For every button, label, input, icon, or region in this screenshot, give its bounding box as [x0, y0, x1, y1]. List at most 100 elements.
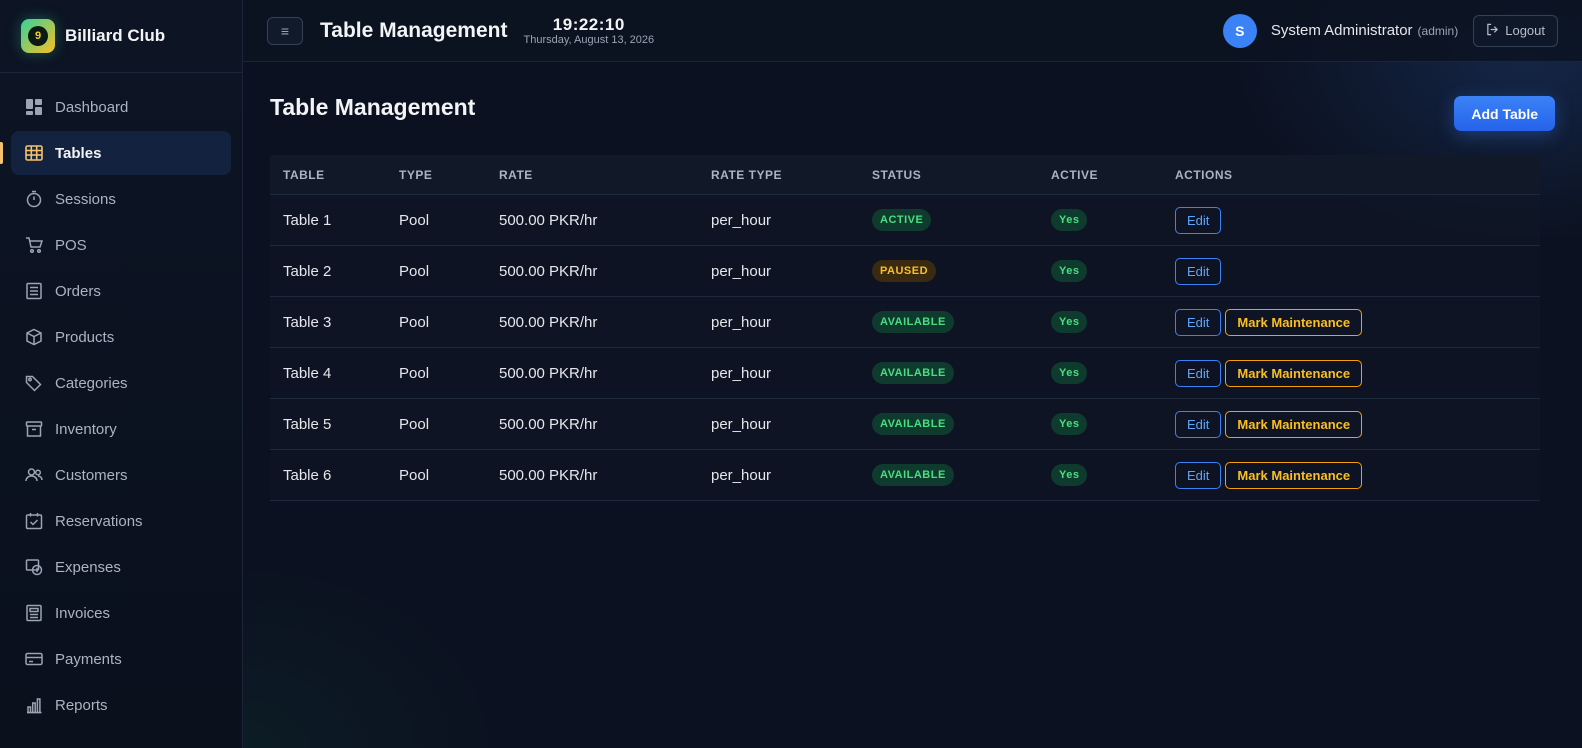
sidebar-item-label: Orders: [55, 282, 101, 300]
box-icon: [25, 328, 43, 346]
sidebar-item-label: Categories: [55, 374, 128, 392]
sidebar-item-label: Customers: [55, 466, 128, 484]
sidebar-item-label: POS: [55, 236, 87, 254]
cell-table-name: Table 6: [283, 466, 332, 484]
table-row: Table 4 Pool 500.00 PKR/hr per_hour AVAI…: [270, 348, 1540, 399]
menu-toggle-button[interactable]: ≡: [267, 16, 303, 45]
cell-type: Pool: [399, 466, 430, 484]
expense-icon: [25, 558, 43, 576]
cell-table-name: Table 4: [283, 364, 332, 382]
active-badge: Yes: [1051, 464, 1088, 486]
sidebar-item-invoices[interactable]: Invoices: [11, 591, 231, 635]
cell-rate: 500.00 PKR/hr: [499, 364, 598, 382]
active-badge: Yes: [1051, 209, 1088, 231]
table-row: Table 5 Pool 500.00 PKR/hr per_hour AVAI…: [270, 399, 1540, 450]
cell-rate-type: per_hour: [711, 364, 772, 382]
cell-rate: 500.00 PKR/hr: [499, 262, 598, 280]
edit-button[interactable]: Edit: [1175, 461, 1222, 489]
cell-table-name: Table 3: [283, 313, 332, 331]
calendar-check-icon: [25, 512, 43, 530]
status-badge: AVAILABLE: [872, 362, 954, 384]
sidebar-item-label: Inventory: [55, 420, 117, 438]
stopwatch-icon: [25, 190, 43, 208]
sidebar-item-products[interactable]: Products: [11, 315, 231, 359]
sidebar-item-label: Payments: [55, 650, 122, 668]
sidebar-item-customers[interactable]: Customers: [11, 453, 231, 497]
cell-rate-type: per_hour: [711, 262, 772, 280]
clock-date: Thursday, August 13, 2026: [523, 33, 655, 46]
brand[interactable]: 9 Billiard Club: [0, 0, 242, 73]
table-grid-icon: [25, 144, 43, 162]
sidebar-item-label: Expenses: [55, 558, 121, 576]
sidebar-item-label: Products: [55, 328, 115, 346]
status-badge: AVAILABLE: [872, 413, 954, 435]
edit-button[interactable]: Edit: [1175, 206, 1222, 234]
sidebar-item-orders[interactable]: Orders: [11, 269, 231, 313]
cell-rate-type: per_hour: [711, 211, 772, 229]
user-area: S System Administrator (admin) Logout: [1222, 13, 1558, 48]
column-header-actions: ACTIONS: [1175, 167, 1233, 182]
user-name: System Administrator: [1270, 22, 1413, 39]
mark-maintenance-button[interactable]: Mark Maintenance: [1225, 308, 1363, 336]
cell-table-name: Table 5: [283, 415, 332, 433]
logout-icon: [1486, 23, 1499, 39]
cell-type: Pool: [399, 211, 430, 229]
edit-button[interactable]: Edit: [1175, 308, 1222, 336]
sidebar-item-reports[interactable]: Reports: [11, 683, 231, 727]
table-header-row: TABLE TYPE RATE RATE TYPE STATUS ACTIVE …: [270, 155, 1540, 195]
topbar: ≡ Table Management 19:22:10 Thursday, Au…: [243, 0, 1582, 62]
archive-icon: [25, 420, 43, 438]
sidebar-item-categories[interactable]: Categories: [11, 361, 231, 405]
cell-type: Pool: [399, 313, 430, 331]
sidebar-item-inventory[interactable]: Inventory: [11, 407, 231, 451]
edit-button[interactable]: Edit: [1175, 257, 1222, 285]
mark-maintenance-button[interactable]: Mark Maintenance: [1225, 359, 1363, 387]
avatar[interactable]: S: [1222, 13, 1257, 48]
edit-button[interactable]: Edit: [1175, 410, 1222, 438]
user-role: (admin): [1417, 23, 1459, 38]
sidebar-item-payments[interactable]: Payments: [11, 637, 231, 681]
column-header-active[interactable]: ACTIVE: [1051, 168, 1175, 182]
logout-button[interactable]: Logout: [1473, 14, 1558, 47]
sidebar: 9 Billiard Club Dashboard Tables Session…: [0, 0, 243, 748]
sidebar-item-label: Reservations: [55, 512, 143, 530]
sidebar-item-reservations[interactable]: Reservations: [11, 499, 231, 543]
column-header-rate-type[interactable]: RATE TYPE: [711, 168, 872, 182]
table-row: Table 1 Pool 500.00 PKR/hr per_hour ACTI…: [270, 195, 1540, 246]
edit-button[interactable]: Edit: [1175, 359, 1222, 387]
sidebar-item-expenses[interactable]: Expenses: [11, 545, 231, 589]
cell-type: Pool: [399, 415, 430, 433]
clock-time: 19:22:10: [552, 14, 625, 34]
sidebar-item-dashboard[interactable]: Dashboard: [11, 85, 231, 129]
card-icon: [25, 650, 43, 668]
cell-rate: 500.00 PKR/hr: [499, 415, 598, 433]
mark-maintenance-button[interactable]: Mark Maintenance: [1225, 461, 1363, 489]
cell-rate-type: per_hour: [711, 415, 772, 433]
column-header-table[interactable]: TABLE: [270, 168, 399, 182]
cell-type: Pool: [399, 262, 430, 280]
mark-maintenance-button[interactable]: Mark Maintenance: [1225, 410, 1363, 438]
cell-table-name: Table 2: [283, 262, 332, 280]
sidebar-item-sessions[interactable]: Sessions: [11, 177, 231, 221]
column-header-status[interactable]: STATUS: [872, 168, 1051, 182]
cell-rate: 500.00 PKR/hr: [499, 211, 598, 229]
clock: 19:22:10 Thursday, August 13, 2026: [523, 16, 654, 46]
status-badge: ACTIVE: [872, 209, 932, 231]
sidebar-item-label: Tables: [55, 144, 102, 162]
hamburger-icon: ≡: [280, 22, 290, 39]
status-badge: PAUSED: [872, 260, 937, 282]
users-icon: [25, 466, 43, 484]
table-row: Table 6 Pool 500.00 PKR/hr per_hour AVAI…: [270, 450, 1540, 501]
cart-icon: [25, 236, 43, 254]
bar-chart-icon: [25, 696, 43, 714]
cell-rate: 500.00 PKR/hr: [499, 466, 598, 484]
column-header-rate[interactable]: RATE: [499, 168, 711, 182]
sidebar-nav: Dashboard Tables Sessions POS Orders Pro…: [0, 73, 242, 727]
column-header-type[interactable]: TYPE: [399, 168, 499, 182]
sidebar-item-pos[interactable]: POS: [11, 223, 231, 267]
add-table-button[interactable]: Add Table: [1454, 96, 1555, 131]
page-title: Table Management: [270, 94, 476, 120]
sidebar-item-tables[interactable]: Tables: [0, 131, 231, 175]
dashboard-icon: [25, 98, 43, 116]
topbar-title: Table Management: [320, 18, 508, 42]
